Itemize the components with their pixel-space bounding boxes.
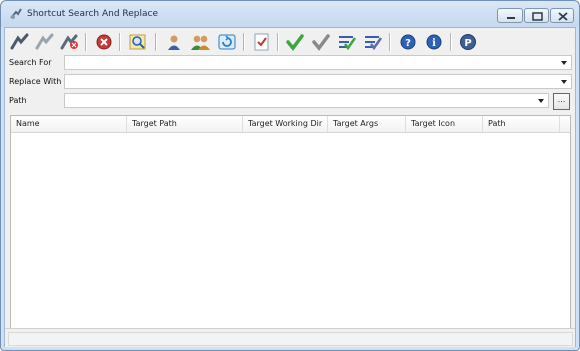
- stop-search-icon: [60, 34, 78, 50]
- maximize-button[interactable]: [524, 8, 549, 23]
- search-for-combobox[interactable]: [64, 55, 572, 70]
- toolbar-button-find[interactable]: [127, 31, 149, 53]
- cancel-icon: [96, 34, 112, 50]
- toolbar-button-checklist[interactable]: [251, 31, 273, 53]
- client-area: ? i P Search For Replace With Path ... N…: [4, 27, 576, 347]
- minimize-button[interactable]: [497, 8, 523, 23]
- results-list[interactable]: Name Target Path Target Working Dir Targ…: [10, 115, 571, 329]
- window-title: Shortcut Search And Replace: [27, 9, 159, 19]
- column-header-path[interactable]: Path: [483, 116, 560, 132]
- status-panel: [8, 332, 573, 346]
- column-header-name[interactable]: Name: [11, 116, 127, 132]
- minimize-icon: [507, 17, 515, 19]
- column-header-target-working-dir[interactable]: Target Working Dir: [243, 116, 328, 132]
- svg-text:P: P: [464, 38, 471, 49]
- list-header: Name Target Path Target Working Dir Targ…: [11, 116, 570, 133]
- find-icon: [129, 34, 146, 50]
- toolbar-button-check-green[interactable]: [284, 31, 306, 53]
- app-icon: [10, 8, 22, 19]
- svg-text:?: ?: [405, 38, 411, 49]
- path-label: Path: [9, 96, 27, 105]
- run-icon: [10, 33, 29, 50]
- run-disabled-icon: [35, 33, 54, 50]
- replace-with-combobox[interactable]: [64, 74, 572, 89]
- title-bar[interactable]: Shortcut Search And Replace: [1, 1, 579, 27]
- app-logo-icon: P: [460, 34, 476, 50]
- toolbar-button-check-gray[interactable]: [310, 31, 332, 53]
- maximize-icon: [532, 12, 543, 21]
- toolbar-button-check-lines-green[interactable]: [336, 31, 358, 53]
- toolbar: ? i P: [5, 28, 575, 56]
- close-button[interactable]: [550, 8, 574, 23]
- checklist-icon: [254, 33, 269, 51]
- check-lines-blue-icon: [365, 36, 383, 51]
- search-for-label: Search For: [9, 58, 52, 67]
- svg-text:i: i: [432, 38, 436, 49]
- chevron-down-icon[interactable]: [561, 61, 567, 65]
- browse-button[interactable]: ...: [553, 93, 570, 110]
- path-combobox[interactable]: [64, 93, 549, 108]
- toolbar-button-info[interactable]: i: [423, 31, 445, 53]
- toolbar-button-run[interactable]: [9, 31, 31, 53]
- toolbar-button-stop-search[interactable]: [59, 31, 81, 53]
- close-icon: [558, 12, 568, 21]
- chevron-down-icon[interactable]: [561, 80, 567, 84]
- toolbar-button-cancel[interactable]: [93, 31, 115, 53]
- check-green-icon: [286, 34, 304, 51]
- info-icon: i: [426, 34, 442, 50]
- app-window: Shortcut Search And Replace ? i P Search…: [0, 0, 580, 351]
- help-icon: ?: [400, 34, 416, 50]
- toolbar-button-app-logo[interactable]: P: [457, 31, 479, 53]
- column-header-target-icon[interactable]: Target Icon: [406, 116, 483, 132]
- check-gray-icon: [312, 34, 330, 51]
- toolbar-button-help[interactable]: ?: [397, 31, 419, 53]
- toolbar-button-users[interactable]: [189, 31, 211, 53]
- chevron-down-icon[interactable]: [538, 99, 544, 103]
- toolbar-button-run-alt[interactable]: [34, 31, 56, 53]
- check-lines-green-icon: [339, 36, 357, 51]
- user-icon: [168, 35, 180, 50]
- toolbar-button-check-lines-blue[interactable]: [362, 31, 384, 53]
- toolbar-button-user[interactable]: [163, 31, 185, 53]
- column-header-target-args[interactable]: Target Args: [328, 116, 406, 132]
- column-header-target-path[interactable]: Target Path: [127, 116, 243, 132]
- refresh-icon: [218, 34, 236, 50]
- replace-with-label: Replace With: [9, 77, 62, 86]
- status-bar: [5, 328, 575, 347]
- users-icon: [191, 35, 210, 50]
- toolbar-button-refresh[interactable]: [216, 31, 238, 53]
